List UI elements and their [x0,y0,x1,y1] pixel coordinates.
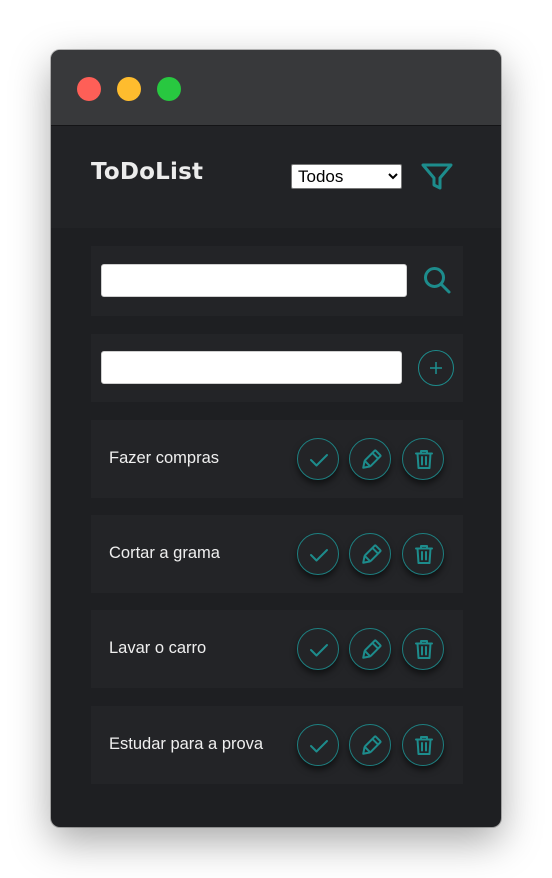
pencil-icon [362,639,382,659]
complete-todo-button[interactable] [297,438,339,480]
todo-item: Estudar para a prova [91,706,463,784]
pencil-icon [362,735,382,755]
trash-icon [415,736,433,755]
complete-todo-button[interactable] [297,724,339,766]
trash-icon [415,640,433,659]
complete-todo-button[interactable] [297,533,339,575]
filter-icon[interactable] [420,162,454,192]
complete-todo-button[interactable] [297,628,339,670]
check-icon [310,454,328,467]
todo-label: Cortar a grama [109,544,220,562]
check-icon [310,549,328,562]
search-input[interactable] [101,264,407,297]
plus-icon [430,362,442,374]
add-todo-card [91,334,463,402]
minimize-window-button[interactable] [117,77,141,101]
todo-item: Fazer compras [91,420,463,498]
maximize-window-button[interactable] [157,77,181,101]
app-window: ToDoList Todos Fazer compras Cortar a gr… [51,50,501,827]
todo-label: Lavar o carro [109,639,207,657]
todo-item: Lavar o carro [91,610,463,688]
page-title: ToDoList [91,159,204,185]
search-card [91,246,463,316]
check-icon [310,644,328,657]
edit-todo-button[interactable] [349,724,391,766]
window-titlebar [51,50,501,126]
delete-todo-button[interactable] [402,724,444,766]
todo-label: Estudar para a prova [109,735,264,753]
todo-label: Fazer compras [109,449,220,467]
delete-todo-button[interactable] [402,533,444,575]
trash-icon [415,450,433,469]
todo-item: Cortar a grama [91,515,463,593]
app-header: ToDoList Todos [51,126,501,228]
delete-todo-button[interactable] [402,438,444,480]
delete-todo-button[interactable] [402,628,444,670]
trash-icon [415,545,433,564]
edit-todo-button[interactable] [349,438,391,480]
pencil-icon [362,544,382,564]
add-todo-button[interactable] [418,350,454,386]
edit-todo-button[interactable] [349,533,391,575]
edit-todo-button[interactable] [349,628,391,670]
add-todo-input[interactable] [101,351,402,384]
search-icon[interactable] [422,265,452,295]
pencil-icon [362,449,382,469]
filter-select[interactable]: Todos [291,164,402,189]
close-window-button[interactable] [77,77,101,101]
check-icon [310,740,328,753]
